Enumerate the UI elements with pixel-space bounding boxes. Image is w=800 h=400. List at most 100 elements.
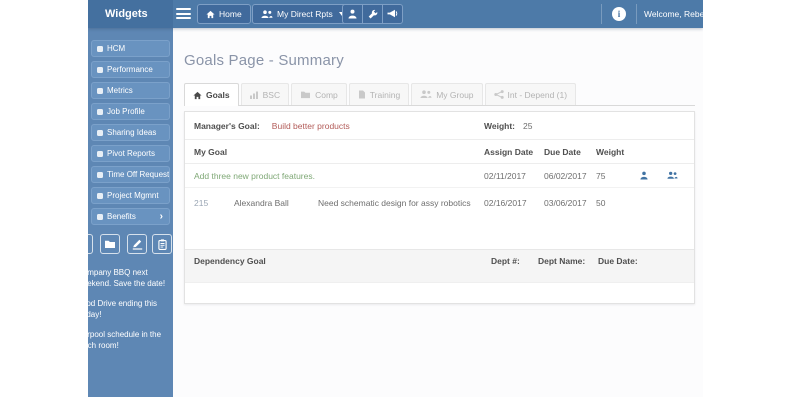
sidebar-item-label: Benefits bbox=[107, 212, 136, 221]
hamburger-menu-icon[interactable] bbox=[176, 8, 191, 20]
pivot-reports-icon bbox=[97, 151, 103, 157]
tab-label: My Group bbox=[436, 89, 474, 100]
benefits-icon bbox=[97, 214, 103, 220]
my-direct-reports-label: My Direct Rpts bbox=[277, 9, 333, 19]
tab-training[interactable]: Training bbox=[348, 83, 410, 105]
sidebar-item-label: Time Off Request bbox=[107, 170, 170, 179]
sidebar-item-performance[interactable]: Performance bbox=[91, 61, 170, 78]
row-id: 215 bbox=[194, 198, 209, 208]
folder-icon bbox=[301, 91, 311, 99]
people-icon bbox=[261, 9, 273, 19]
brand-logo: Widgets bbox=[88, 0, 173, 28]
sidebar-item-label: Pivot Reports bbox=[107, 149, 156, 158]
due-date-label: Due Date: bbox=[598, 256, 638, 266]
sidebar-item-metrics[interactable]: Metrics bbox=[91, 82, 170, 99]
home-button-label: Home bbox=[219, 9, 242, 19]
tab-goals[interactable]: Goals bbox=[184, 83, 239, 106]
file-icon bbox=[358, 90, 365, 99]
tab-label: Training bbox=[369, 89, 401, 100]
people-icon bbox=[667, 171, 678, 179]
sidebar-item-sharing-ideas[interactable]: Sharing Ideas bbox=[91, 124, 170, 141]
wrench-button[interactable] bbox=[362, 4, 383, 24]
person-icon bbox=[348, 9, 357, 19]
tab-int-depend[interactable]: Int - Depend (1) bbox=[484, 83, 577, 105]
top-nav-bar: Widgets Home My Direct Rpts i Welcome, R… bbox=[88, 0, 703, 28]
tab-label: Goals bbox=[206, 90, 230, 100]
manager-goal-row: Manager's Goal: Build better products We… bbox=[185, 112, 694, 140]
project-mgmnt-icon bbox=[97, 193, 103, 199]
assignee-button[interactable] bbox=[640, 171, 667, 180]
manager-goal-value[interactable]: Build better products bbox=[272, 121, 350, 131]
sidebar-item-label: HCM bbox=[107, 44, 126, 53]
sharing-ideas-icon bbox=[97, 130, 103, 136]
sidebar-item-label: Project Mgmnt bbox=[107, 191, 159, 200]
topbar-divider bbox=[601, 4, 602, 24]
sidebar-item-label: Metrics bbox=[107, 86, 133, 95]
announcement-text: Company BBQ next weekend. Save the date! bbox=[88, 268, 166, 288]
goals-panel: Manager's Goal: Build better products We… bbox=[184, 111, 695, 304]
folder-button[interactable] bbox=[100, 234, 120, 254]
column-header-weight: Weight bbox=[596, 146, 625, 157]
person-button[interactable] bbox=[342, 4, 363, 24]
sidebar-item-label: Performance bbox=[107, 65, 153, 74]
home-icon bbox=[193, 91, 202, 99]
megaphone-icon bbox=[387, 9, 398, 18]
assign-date-cell: 02/11/2017 bbox=[484, 170, 526, 181]
sidebar-item-label: Job Profile bbox=[107, 107, 145, 116]
table-row: 215 Alexandra Ball Need schematic design… bbox=[185, 188, 694, 218]
app-window: Widgets Home My Direct Rpts i Welcome, R… bbox=[88, 0, 703, 397]
tab-my-group[interactable]: My Group bbox=[411, 83, 483, 105]
wrench-icon bbox=[368, 9, 377, 19]
clipped-tool-button[interactable] bbox=[88, 234, 93, 254]
tab-comp[interactable]: Comp bbox=[291, 83, 347, 105]
column-header-assign-date: Assign Date bbox=[484, 146, 534, 157]
sidebar-item-hcm[interactable]: HCM bbox=[91, 40, 170, 57]
time-off-icon bbox=[97, 172, 103, 178]
sidebar-item-label: Sharing Ideas bbox=[107, 128, 157, 137]
tab-label: Comp bbox=[315, 89, 338, 100]
weight-label: Weight: bbox=[484, 120, 516, 131]
weight-value: 25 bbox=[523, 120, 533, 131]
dept-name-label: Dept Name: bbox=[538, 256, 586, 266]
my-direct-reports-button[interactable]: My Direct Rpts bbox=[252, 4, 354, 24]
clipboard-button[interactable] bbox=[152, 234, 172, 254]
person-icon bbox=[640, 171, 648, 180]
goals-table-header: My Goal Assign Date Due Date Weight bbox=[185, 140, 694, 164]
sidebar-item-pivot-reports[interactable]: Pivot Reports bbox=[91, 145, 170, 162]
goal-link[interactable]: Add three new product features. bbox=[194, 171, 484, 181]
announcement-text: Carpool schedule in the lunch room! bbox=[88, 330, 162, 350]
page-title: Goals Page - Summary bbox=[184, 52, 344, 69]
job-profile-icon bbox=[97, 109, 103, 115]
goal-description: Need schematic design for assy robotics bbox=[318, 198, 471, 208]
sidebar-item-time-off-request[interactable]: Time Off Request bbox=[91, 166, 170, 183]
clipboard-icon bbox=[157, 238, 167, 250]
sidebar-item-project-mgmnt[interactable]: Project Mgmnt bbox=[91, 187, 170, 204]
due-date-cell: 06/02/2017 bbox=[544, 170, 587, 181]
sidebar-item-job-profile[interactable]: Job Profile bbox=[91, 103, 170, 120]
metrics-icon bbox=[97, 88, 103, 94]
share-icon bbox=[493, 90, 504, 99]
manager-goal-label: Manager's Goal: bbox=[194, 120, 260, 131]
pencil-icon bbox=[132, 239, 142, 250]
group-button[interactable] bbox=[667, 171, 685, 180]
sidebar-item-benefits[interactable]: Benefits › bbox=[91, 208, 170, 225]
dependency-goal-label: Dependency Goal bbox=[194, 256, 266, 266]
hcm-icon bbox=[97, 46, 103, 52]
welcome-text: Welcome, Rebecca bbox=[644, 9, 703, 19]
weight-cell: 50 bbox=[596, 198, 606, 208]
due-date-cell: 03/06/2017 bbox=[544, 198, 587, 208]
tab-bsc[interactable]: BSC bbox=[240, 83, 290, 105]
home-button[interactable]: Home bbox=[197, 4, 251, 24]
megaphone-button[interactable] bbox=[382, 4, 403, 24]
announcement-text: Food Drive ending this Friday! bbox=[88, 299, 158, 319]
performance-icon bbox=[97, 67, 103, 73]
weight-cell: 75 bbox=[596, 170, 606, 181]
owner-name: Alexandra Ball bbox=[234, 198, 289, 208]
chevron-right-icon: › bbox=[159, 211, 163, 222]
column-header-my-goal: My Goal bbox=[194, 146, 228, 157]
edit-button[interactable] bbox=[127, 234, 147, 254]
table-row: Add three new product features. 02/11/20… bbox=[185, 164, 694, 188]
topbar-icon-group bbox=[342, 4, 403, 24]
info-icon[interactable]: i bbox=[612, 7, 626, 21]
tab-label: Int - Depend (1) bbox=[507, 89, 568, 100]
